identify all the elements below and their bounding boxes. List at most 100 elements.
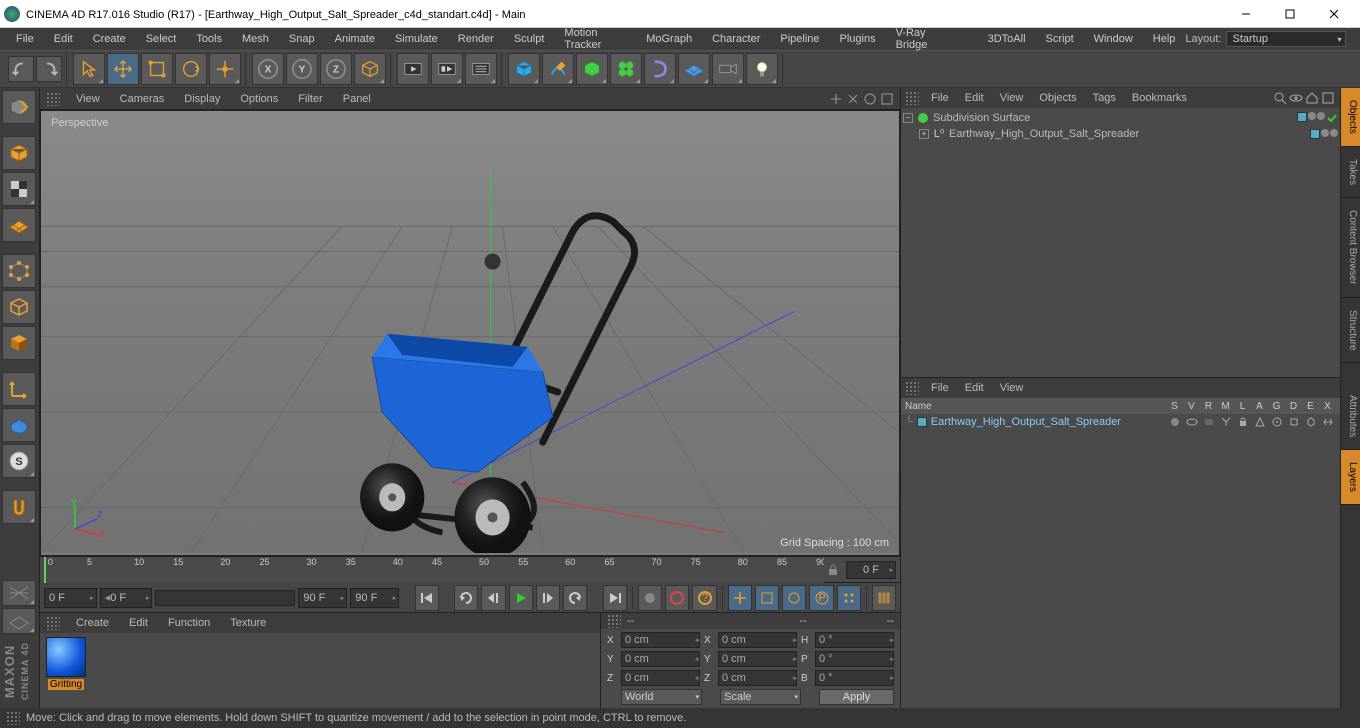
col-a-icon[interactable] (1251, 416, 1268, 428)
menu-window[interactable]: Window (1084, 28, 1143, 50)
visibility-bottom-dot[interactable] (1317, 112, 1325, 120)
key-rot-button[interactable] (782, 585, 806, 611)
pos-y-field[interactable]: 0 cm (621, 651, 700, 667)
col-s-icon[interactable] (1166, 416, 1183, 428)
play-button[interactable] (509, 585, 533, 611)
enable-check-icon[interactable] (1326, 112, 1338, 124)
material-name[interactable]: Gritting (48, 679, 84, 690)
viewport-3d[interactable]: Perspective Grid Spacing : 100 cm y x z (40, 110, 900, 556)
home-icon[interactable] (1305, 91, 1319, 105)
rail-tab-structure[interactable]: Structure (1341, 298, 1360, 364)
menu-vray[interactable]: V-Ray Bridge (886, 28, 961, 50)
vp-nav-3[interactable] (863, 92, 877, 106)
om-bookmarks[interactable]: Bookmarks (1124, 88, 1195, 108)
menu-script[interactable]: Script (1036, 28, 1084, 50)
menu-edit[interactable]: Edit (44, 28, 83, 50)
make-editable[interactable] (2, 90, 36, 124)
z-axis-lock[interactable]: Z (320, 53, 352, 85)
range-end-b-field[interactable]: 90 F (350, 588, 399, 608)
generator-array[interactable] (610, 53, 642, 85)
axis-mode[interactable] (2, 372, 36, 406)
layer-row[interactable]: └ Earthway_High_Output_Salt_Spreader (901, 414, 1340, 430)
menu-sculpt[interactable]: Sculpt (504, 28, 555, 50)
expand-icon[interactable]: + (919, 129, 929, 139)
key-pos-button[interactable] (728, 585, 752, 611)
rail-tab-attributes[interactable]: Attributes (1341, 383, 1360, 450)
mat-texture[interactable]: Texture (220, 613, 276, 633)
mat-edit[interactable]: Edit (119, 613, 158, 633)
grip-icon[interactable] (46, 616, 60, 630)
visibility-bottom-dot[interactable] (1330, 129, 1338, 137)
coord-apply-button[interactable]: Apply (819, 689, 894, 705)
vp-cameras[interactable]: Cameras (110, 88, 175, 110)
playhead-marker[interactable] (44, 557, 46, 583)
range-slider[interactable] (155, 590, 295, 606)
expand-icon[interactable] (1321, 91, 1335, 105)
light-button[interactable] (746, 53, 778, 85)
coord-world-dropdown[interactable]: World (621, 689, 702, 705)
loop-fwd-button[interactable] (563, 585, 587, 611)
vp-display[interactable]: Display (174, 88, 230, 110)
am-view[interactable]: View (992, 378, 1032, 398)
mat-function[interactable]: Function (158, 613, 220, 633)
om-file[interactable]: File (923, 88, 957, 108)
maximize-button[interactable] (1268, 0, 1312, 28)
om-tags[interactable]: Tags (1085, 88, 1124, 108)
next-frame-button[interactable] (536, 585, 560, 611)
model-mode[interactable] (2, 136, 36, 170)
menu-animate[interactable]: Animate (325, 28, 385, 50)
menu-help[interactable]: Help (1143, 28, 1186, 50)
record-button[interactable] (638, 585, 662, 611)
scl-z-field[interactable]: 0 cm (718, 670, 797, 686)
deformer-bend[interactable] (644, 53, 676, 85)
tree-item-root[interactable]: − Subdivision Surface (903, 110, 1338, 126)
layer-swatch[interactable] (1297, 112, 1307, 122)
am-edit[interactable]: Edit (957, 378, 992, 398)
col-v-icon[interactable] (1183, 416, 1200, 428)
tweak-mode[interactable] (2, 408, 36, 442)
go-end-button[interactable] (603, 585, 627, 611)
spline-pen[interactable] (542, 53, 574, 85)
vp-nav-1[interactable] (829, 92, 843, 106)
range-end-a-field[interactable]: 90 F (298, 588, 347, 608)
redo-button[interactable] (36, 56, 62, 82)
scl-x-field[interactable]: 0 cm (718, 632, 797, 648)
rail-tab-content-browser[interactable]: Content Browser (1341, 198, 1360, 297)
coord-system[interactable] (354, 53, 386, 85)
om-view[interactable]: View (992, 88, 1032, 108)
timeline-ruler[interactable]: 0 5 10 15 20 25 30 35 40 45 50 55 60 65 … (40, 556, 900, 582)
polygons-mode[interactable] (2, 326, 36, 360)
prev-frame-button[interactable] (481, 585, 505, 611)
pos-x-field[interactable]: 0 cm (621, 632, 700, 648)
key-param-button[interactable]: P (809, 585, 833, 611)
vp-nav-4[interactable] (880, 92, 894, 106)
menu-3dtoall[interactable]: 3DToAll (978, 28, 1036, 50)
col-g-icon[interactable] (1268, 416, 1285, 428)
grip-icon[interactable] (905, 381, 919, 395)
render-pv[interactable] (431, 53, 463, 85)
scl-y-field[interactable]: 0 cm (718, 651, 797, 667)
col-l-icon[interactable] (1234, 416, 1251, 428)
x-axis-lock[interactable]: X (252, 53, 284, 85)
menu-create[interactable]: Create (83, 28, 136, 50)
grip-icon[interactable] (905, 91, 919, 105)
vp-nav-2[interactable] (846, 92, 860, 106)
visibility-top-dot[interactable] (1321, 129, 1329, 137)
col-r-icon[interactable] (1200, 416, 1217, 428)
scale-tool[interactable] (141, 53, 173, 85)
environment-floor[interactable] (678, 53, 710, 85)
coord-scale-dropdown[interactable]: Scale (720, 689, 801, 705)
search-icon[interactable] (1273, 91, 1287, 105)
menu-character[interactable]: Character (702, 28, 770, 50)
animation-layer-button[interactable] (872, 585, 896, 611)
menu-file[interactable]: File (6, 28, 44, 50)
loop-button[interactable] (454, 585, 478, 611)
timeline-lock-icon[interactable] (826, 563, 840, 577)
om-objects[interactable]: Objects (1031, 88, 1084, 108)
menu-render[interactable]: Render (448, 28, 504, 50)
rail-tab-layers[interactable]: Layers (1341, 450, 1360, 505)
grip-icon[interactable] (607, 614, 621, 628)
workplane-x[interactable] (2, 580, 36, 606)
vp-panel[interactable]: Panel (333, 88, 381, 110)
menu-snap[interactable]: Snap (279, 28, 325, 50)
